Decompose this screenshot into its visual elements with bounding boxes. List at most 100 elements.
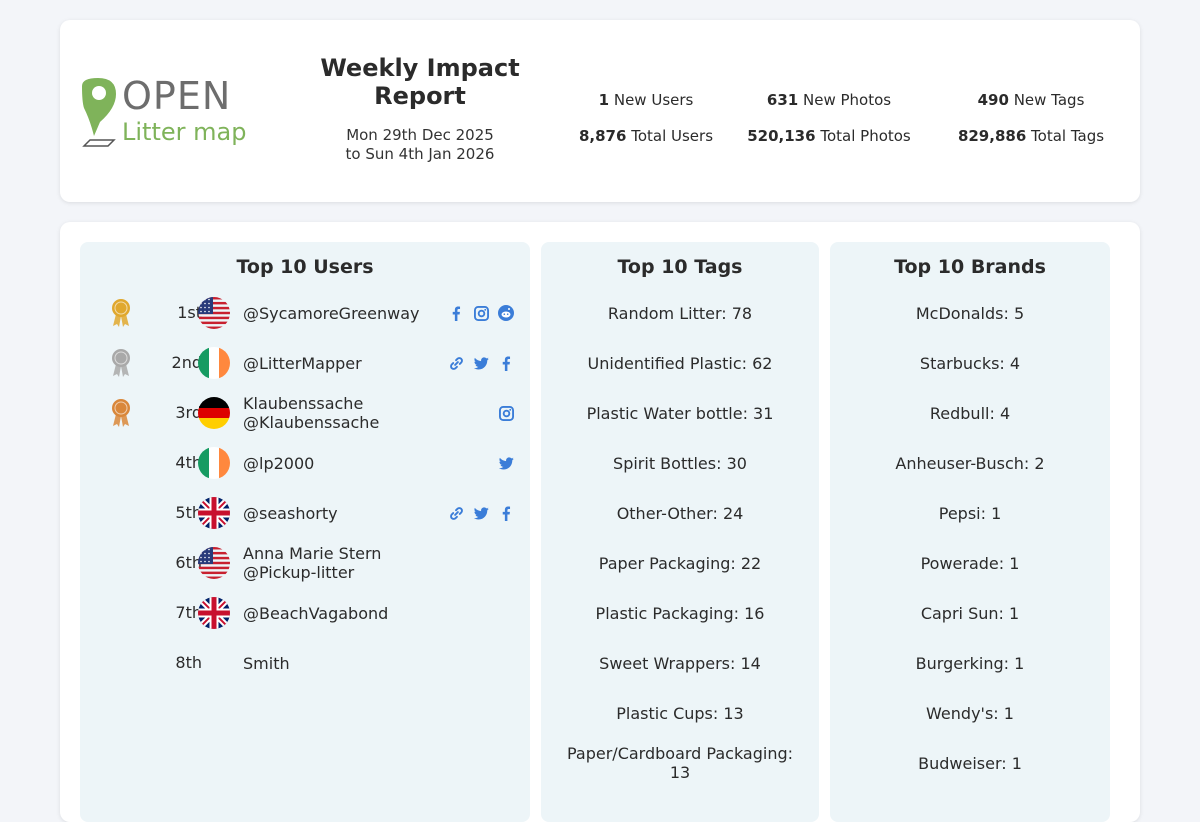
user-name-line1: @seashorty xyxy=(243,503,338,523)
gold-medal-icon xyxy=(110,298,132,328)
user-name: Klaubenssache @Klaubenssache xyxy=(243,388,453,438)
brand-list-item: Starbucks: 4 xyxy=(919,353,1021,373)
leaderboards-card: Top 10 Users 1st @SycamoreGreenway 2nd @Lit… xyxy=(60,222,1140,822)
tag-list-item: Paper/Cardboard Packaging: 13 xyxy=(566,744,794,782)
twitter-icon[interactable] xyxy=(498,455,514,471)
brand-list-item: Pepsi: 1 xyxy=(938,503,1002,523)
tag-list-item: Sweet Wrappers: 14 xyxy=(599,653,761,673)
facebook-icon[interactable] xyxy=(498,505,514,521)
facebook-icon[interactable] xyxy=(498,355,514,371)
user-name-line2: @Klaubenssache xyxy=(243,413,380,432)
brand-list-item: McDonalds: 5 xyxy=(915,303,1025,323)
report-header-card: OPEN Litter map Weekly Impact Report Mon… xyxy=(60,20,1140,202)
date-range-start: Mon 29th Dec 2025 xyxy=(346,126,494,144)
user-row: 4th @lp2000 xyxy=(80,438,530,488)
flag-us-icon xyxy=(198,297,230,329)
user-rank: 3rd xyxy=(175,403,202,422)
user-name-line1: Anna Marie Stern xyxy=(243,544,382,563)
user-row: 2nd @LitterMapper xyxy=(80,338,530,388)
report-title: Weekly Impact Report xyxy=(320,54,520,110)
stat-new-users: 1 New Users xyxy=(598,91,694,109)
brand-list-item: Redbull: 4 xyxy=(929,403,1011,423)
user-rank: 6th xyxy=(175,553,202,572)
tag-list-item: Paper Packaging: 22 xyxy=(598,553,762,573)
user-name: @lp2000 xyxy=(243,438,453,488)
report-title-block: Weekly Impact Report Mon 29th Dec 2025 t… xyxy=(300,54,540,164)
stat-new-tags: 490 New Tags xyxy=(977,91,1085,109)
stat-total-users: 8,876 Total Users xyxy=(578,127,714,145)
brand-list-item: Budweiser: 1 xyxy=(918,753,1022,773)
user-rank: 1st xyxy=(177,303,202,322)
tag-list-item: Random Litter: 78 xyxy=(607,303,753,323)
flag-de-icon xyxy=(198,397,230,429)
user-row: 1st @SycamoreGreenway xyxy=(80,288,530,338)
user-row: 3rd Klaubenssache @Klaubenssache xyxy=(80,388,530,438)
user-row: 5th @seashorty xyxy=(80,488,530,538)
user-name: @BeachVagabond xyxy=(243,588,453,638)
link-icon[interactable] xyxy=(448,505,464,521)
top-brands-title: Top 10 Brands xyxy=(894,256,1046,278)
user-row: 7th @BeachVagabond xyxy=(80,588,530,638)
twitter-icon[interactable] xyxy=(473,505,489,521)
flag-ie-icon xyxy=(198,447,230,479)
openlittermap-logo[interactable]: OPEN Litter map xyxy=(80,74,250,170)
user-social-links xyxy=(498,388,514,438)
user-rank: 2nd xyxy=(171,353,202,372)
date-range-end: to Sun 4th Jan 2026 xyxy=(345,145,495,163)
user-name: Anna Marie Stern @Pickup-litter xyxy=(243,538,453,588)
stats-summary: 1 New Users 631 New Photos 490 New Tags … xyxy=(568,82,1128,154)
user-social-links xyxy=(448,288,514,338)
user-name: @SycamoreGreenway xyxy=(243,288,453,338)
flag-ie-icon xyxy=(198,347,230,379)
flag-gb-icon xyxy=(198,597,230,629)
top-brands-panel: Top 10 Brands McDonalds: 5 Starbucks: 4 Re… xyxy=(830,242,1110,822)
user-rank: 4th xyxy=(175,453,202,472)
top-users-panel: Top 10 Users 1st @SycamoreGreenway 2nd @Lit… xyxy=(80,242,530,822)
top-tags-panel: Top 10 Tags Random Litter: 78 Unidentifie… xyxy=(541,242,819,822)
tag-list-item: Other-Other: 24 xyxy=(616,503,744,523)
map-pin-icon xyxy=(82,78,116,147)
user-social-links xyxy=(448,338,514,388)
top-users-title: Top 10 Users xyxy=(236,256,374,278)
brand-list-item: Capri Sun: 1 xyxy=(920,603,1020,623)
user-name-line2: @Pickup-litter xyxy=(243,563,355,582)
user-row: 8th Smith xyxy=(80,638,530,688)
user-social-links xyxy=(498,438,514,488)
stat-total-tags: 829,886 Total Tags xyxy=(957,127,1105,145)
top-tags-title: Top 10 Tags xyxy=(617,256,743,278)
tag-list-item: Plastic Packaging: 16 xyxy=(595,603,765,623)
facebook-icon[interactable] xyxy=(448,305,464,321)
user-name: @LitterMapper xyxy=(243,338,453,388)
brand-list-item: Anheuser-Busch: 2 xyxy=(895,453,1045,473)
user-name-line1: Klaubenssache xyxy=(243,394,364,413)
user-name-line1: @SycamoreGreenway xyxy=(243,303,420,323)
user-rank: 8th xyxy=(175,653,202,672)
tag-list-item: Unidentified Plastic: 62 xyxy=(587,353,773,373)
user-name: Smith xyxy=(243,638,453,688)
tag-list-item: Plastic Cups: 13 xyxy=(616,703,744,723)
stat-new-photos: 631 New Photos xyxy=(766,91,892,109)
logo-word-litter-map: Litter map xyxy=(122,118,247,146)
user-rank: 5th xyxy=(175,503,202,522)
user-name-line1: Smith xyxy=(243,653,290,673)
brand-list-item: Powerade: 1 xyxy=(920,553,1020,573)
tag-list-item: Plastic Water bottle: 31 xyxy=(586,403,774,423)
reddit-icon[interactable] xyxy=(498,305,514,321)
report-date-range: Mon 29th Dec 2025 to Sun 4th Jan 2026 xyxy=(300,126,540,164)
user-name: @seashorty xyxy=(243,488,453,538)
brand-list-item: Burgerking: 1 xyxy=(915,653,1025,673)
user-rank: 7th xyxy=(175,603,202,622)
flag-us-icon xyxy=(198,547,230,579)
tag-list-item: Spirit Bottles: 30 xyxy=(613,453,747,473)
instagram-icon[interactable] xyxy=(473,305,489,321)
user-name-line1: @BeachVagabond xyxy=(243,603,389,623)
stat-total-photos: 520,136 Total Photos xyxy=(747,127,911,145)
brand-list-item: Wendy's: 1 xyxy=(926,703,1014,723)
twitter-icon[interactable] xyxy=(473,355,489,371)
flag-gb-icon xyxy=(198,497,230,529)
user-name-line1: @lp2000 xyxy=(243,453,315,473)
instagram-icon[interactable] xyxy=(498,405,514,421)
link-icon[interactable] xyxy=(448,355,464,371)
bronze-medal-icon xyxy=(110,398,132,428)
user-name-line1: @LitterMapper xyxy=(243,353,362,373)
